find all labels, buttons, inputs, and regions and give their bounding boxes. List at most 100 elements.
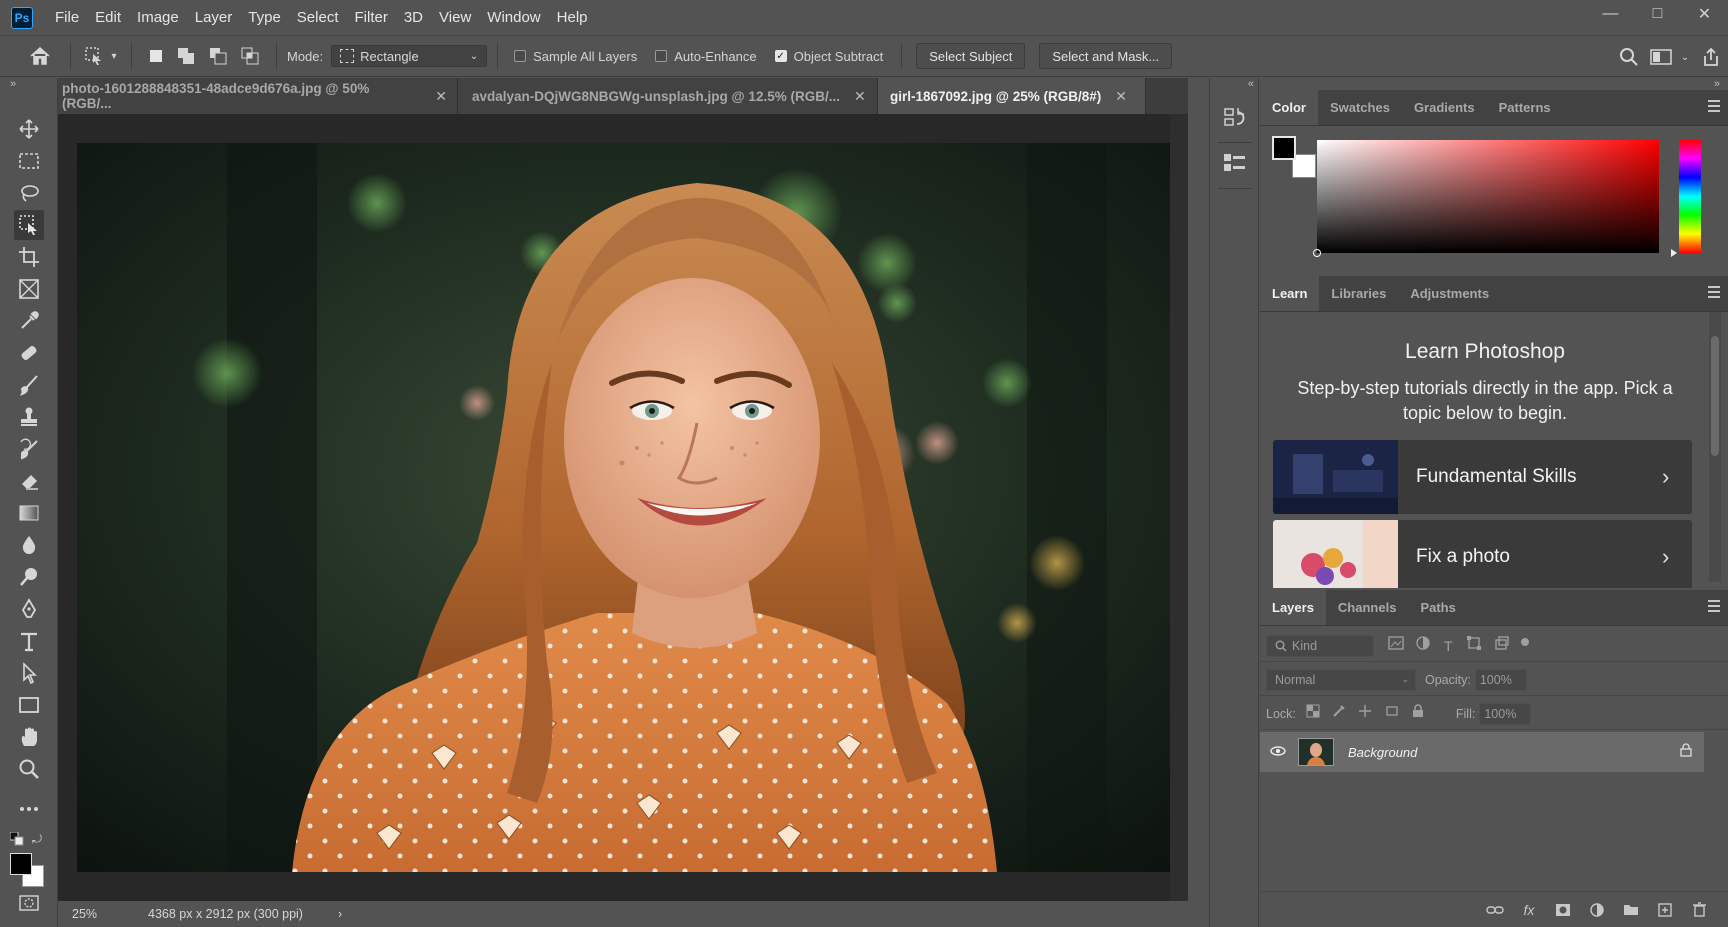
- blur-tool-icon[interactable]: [14, 530, 44, 560]
- add-mask-icon[interactable]: [1546, 903, 1580, 917]
- menu-window[interactable]: Window: [479, 0, 548, 35]
- menu-filter[interactable]: Filter: [347, 0, 396, 35]
- new-selection-icon[interactable]: [142, 48, 170, 64]
- gradient-tool-icon[interactable]: [14, 498, 44, 528]
- filter-toggle-icon[interactable]: [1520, 637, 1529, 646]
- opacity-input[interactable]: 100%: [1474, 668, 1527, 691]
- foreground-color-swatch[interactable]: [1272, 136, 1296, 160]
- close-tab-icon[interactable]: ✕: [854, 88, 866, 105]
- crop-tool-icon[interactable]: [14, 242, 44, 272]
- learn-scrollbar[interactable]: [1709, 312, 1721, 582]
- mode-select[interactable]: Rectangle ⌄: [331, 45, 488, 67]
- tab-channels[interactable]: Channels: [1326, 590, 1409, 625]
- search-icon[interactable]: [1612, 47, 1646, 67]
- document-tab[interactable]: avdalyan-DQjWG8NBGWg-unsplash.jpg @ 12.5…: [458, 78, 878, 114]
- clone-stamp-tool-icon[interactable]: [14, 402, 44, 432]
- type-layer-filter-icon[interactable]: T: [1444, 638, 1453, 654]
- eye-visibility-icon[interactable]: [1270, 743, 1286, 761]
- layer-style-fx-icon[interactable]: fx: [1512, 902, 1546, 918]
- collapse-arrows-icon[interactable]: »: [1714, 78, 1720, 90]
- zoom-tool-icon[interactable]: [14, 754, 44, 784]
- history-brush-tool-icon[interactable]: [14, 434, 44, 464]
- path-selection-tool-icon[interactable]: [14, 658, 44, 688]
- home-icon[interactable]: [20, 46, 60, 66]
- marquee-tool-icon[interactable]: [14, 146, 44, 176]
- tab-swatches[interactable]: Swatches: [1318, 90, 1402, 125]
- workspace-icon[interactable]: [1646, 48, 1676, 66]
- sample-all-layers-checkbox[interactable]: Sample All Layers: [514, 49, 637, 64]
- tab-gradients[interactable]: Gradients: [1402, 90, 1487, 125]
- canvas-scrollbar[interactable]: [1170, 114, 1188, 901]
- lasso-tool-icon[interactable]: [14, 178, 44, 208]
- swap-colors-icon[interactable]: ⤾: [32, 832, 46, 846]
- learn-card-fundamental-skills[interactable]: Fundamental Skills ›: [1273, 440, 1692, 514]
- collapse-arrows-icon[interactable]: «: [1248, 78, 1254, 90]
- document-tab[interactable]: photo-1601288848351-48adce9d676a.jpg @ 5…: [58, 78, 458, 114]
- quick-mask-icon[interactable]: [14, 888, 44, 918]
- kind-filter-select[interactable]: Kind: [1266, 634, 1374, 657]
- checkbox-box[interactable]: [655, 50, 668, 62]
- lock-transparent-icon[interactable]: [1306, 704, 1320, 723]
- menu-edit[interactable]: Edit: [87, 0, 129, 35]
- menu-view[interactable]: View: [431, 0, 479, 35]
- move-tool-icon[interactable]: [14, 114, 44, 144]
- tab-patterns[interactable]: Patterns: [1487, 90, 1563, 125]
- delete-layer-trash-icon[interactable]: [1682, 902, 1716, 917]
- brush-tool-icon[interactable]: [14, 370, 44, 400]
- rectangle-tool-icon[interactable]: [14, 690, 44, 720]
- tab-color[interactable]: Color: [1260, 90, 1318, 125]
- select-and-mask-button[interactable]: Select and Mask...: [1039, 43, 1173, 69]
- history-panel-icon[interactable]: [1222, 106, 1248, 132]
- pen-tool-icon[interactable]: [14, 594, 44, 624]
- lock-pixels-icon[interactable]: [1332, 704, 1346, 723]
- new-layer-icon[interactable]: [1648, 902, 1682, 917]
- hue-slider-handle[interactable]: [1671, 249, 1677, 257]
- adjustment-layer-filter-icon[interactable]: [1416, 636, 1430, 655]
- close-tab-icon[interactable]: ✕: [435, 88, 447, 105]
- pixel-layer-filter-icon[interactable]: [1388, 636, 1404, 655]
- panel-menu-icon[interactable]: [1708, 600, 1720, 612]
- smart-object-filter-icon[interactable]: [1494, 636, 1509, 655]
- select-subject-button[interactable]: Select Subject: [916, 43, 1026, 69]
- subtract-from-selection-icon[interactable]: [202, 47, 234, 65]
- menu-layer[interactable]: Layer: [187, 0, 241, 35]
- more-tools-icon[interactable]: [14, 794, 44, 824]
- zoom-level[interactable]: 25%: [72, 907, 130, 921]
- close-button[interactable]: ✕: [1681, 0, 1728, 28]
- canvas-area[interactable]: [58, 114, 1188, 901]
- lock-artboard-icon[interactable]: [1384, 704, 1400, 723]
- color-field[interactable]: [1317, 140, 1659, 253]
- tab-libraries[interactable]: Libraries: [1319, 276, 1398, 311]
- default-colors-icon[interactable]: [9, 831, 24, 846]
- menu-select[interactable]: Select: [289, 0, 347, 35]
- dodge-tool-icon[interactable]: [14, 562, 44, 592]
- chevron-down-icon[interactable]: ⌄: [1676, 52, 1694, 63]
- foreground-color-swatch[interactable]: [10, 853, 32, 875]
- intersect-selection-icon[interactable]: [234, 47, 266, 65]
- type-tool-icon[interactable]: [14, 626, 44, 656]
- share-icon[interactable]: [1694, 47, 1728, 67]
- status-menu-arrow[interactable]: ›: [338, 907, 342, 921]
- minimize-button[interactable]: —: [1587, 0, 1634, 28]
- eyedropper-tool-icon[interactable]: [14, 306, 44, 336]
- hand-tool-icon[interactable]: [14, 722, 44, 752]
- object-selection-tool-icon[interactable]: [14, 210, 44, 240]
- blend-mode-select[interactable]: Normal ⌄: [1266, 668, 1416, 691]
- chevron-down-icon[interactable]: ▾: [107, 51, 121, 62]
- checkbox-checked[interactable]: ✓: [774, 50, 787, 62]
- scrollbar-thumb[interactable]: [1711, 336, 1719, 456]
- tab-paths[interactable]: Paths: [1408, 590, 1467, 625]
- add-to-selection-icon[interactable]: [170, 47, 202, 65]
- object-subtract-checkbox[interactable]: ✓ Object Subtract: [774, 49, 883, 64]
- eraser-tool-icon[interactable]: [14, 466, 44, 496]
- layer-name[interactable]: Background: [1348, 745, 1417, 760]
- object-selection-preset-icon[interactable]: [81, 46, 107, 66]
- healing-brush-tool-icon[interactable]: [14, 338, 44, 368]
- color-picker-handle[interactable]: [1313, 249, 1321, 257]
- menu-file[interactable]: File: [47, 0, 87, 35]
- collapse-arrows-icon[interactable]: »: [10, 78, 16, 90]
- link-layers-icon[interactable]: [1478, 905, 1512, 915]
- tab-learn[interactable]: Learn: [1260, 276, 1320, 311]
- fill-input[interactable]: 100%: [1479, 702, 1532, 725]
- menu-3d[interactable]: 3D: [396, 0, 431, 35]
